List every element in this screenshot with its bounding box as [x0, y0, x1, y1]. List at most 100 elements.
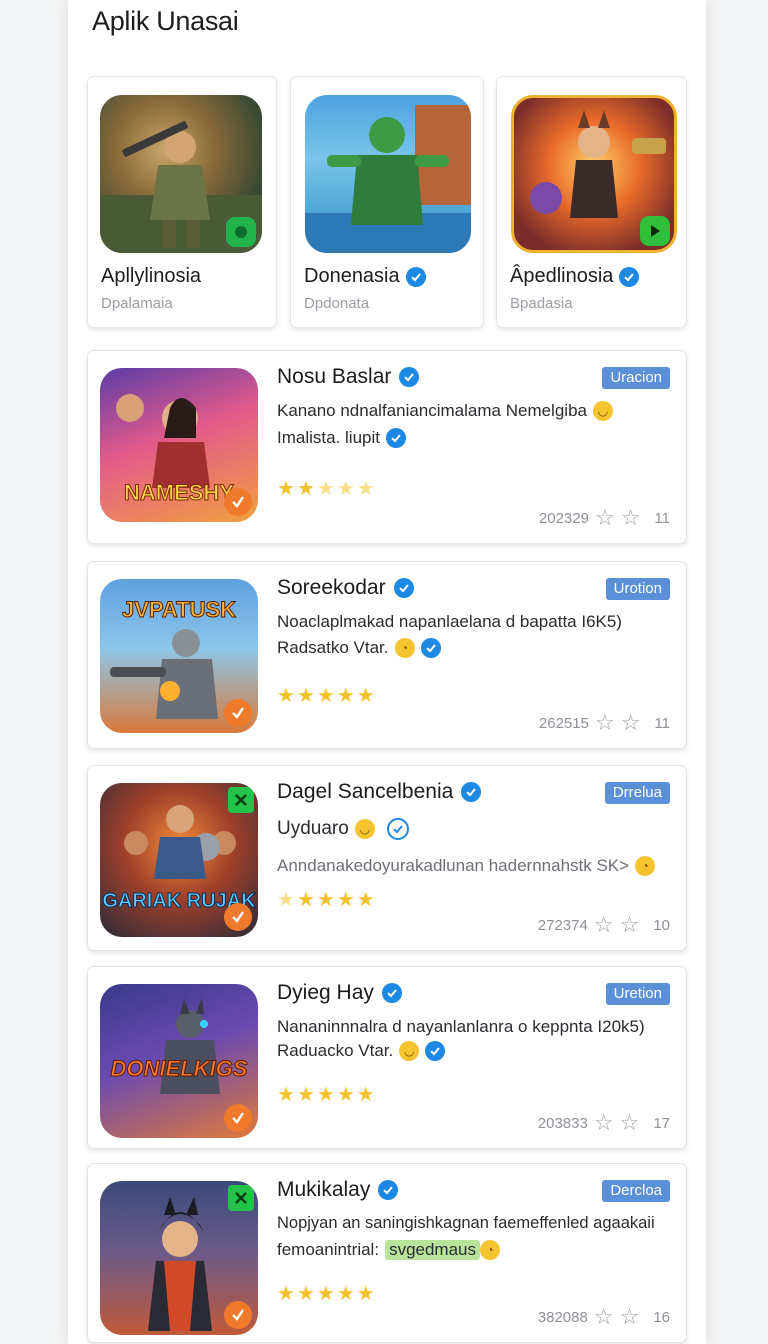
star-outline-icon: ☆ [620, 505, 641, 530]
app-list-item[interactable]: JVPATUSK Soreekodar Urotion Noaclaplmaka… [87, 561, 687, 749]
app-description-line2: femoanintrial: svgedmaus ◔ [277, 1240, 500, 1260]
category-tag[interactable]: Uracion [602, 367, 670, 389]
featured-subtitle: Dpalamaia [101, 295, 173, 312]
star-icon: ★ [356, 1283, 375, 1305]
star-outline-icon: ☆ [620, 710, 641, 735]
star-icon: ★ [316, 478, 335, 500]
app-description: Uyduaro ◡ [277, 818, 409, 840]
close-icon [228, 1185, 254, 1211]
brand-icon [224, 903, 252, 931]
app-description: Nananinnnalra d nayanlanlanra o keppnta … [277, 1017, 645, 1036]
star-icon: ★ [336, 478, 355, 500]
verified-icon [405, 266, 426, 287]
emoji-icon: ◔ [394, 638, 415, 658]
app-title: Mukikalay [277, 1178, 399, 1202]
app-description-line2: Radsatko Vtar. ◔ [277, 638, 441, 658]
app-meta: 272374 ☆ ☆ 10 [537, 912, 670, 937]
app-description-line2: Raduacko Vtar. ◡ [277, 1041, 446, 1061]
category-tag[interactable]: Dercloa [602, 1180, 670, 1202]
app-panel: Aplik Unasai Apllylinosia Dpalamaia Done… [68, 0, 706, 1344]
game-thumbnail: DONIELKIGS [100, 984, 258, 1138]
close-icon [228, 787, 254, 813]
verified-outline-icon [386, 818, 409, 840]
verified-icon [385, 428, 406, 448]
star-icon: ★ [336, 889, 355, 911]
featured-name: Apllylinosia [101, 265, 202, 287]
app-title: Dagel Sancelbenia [277, 780, 482, 804]
star-icon: ★ [296, 889, 315, 911]
star-outline-icon: ☆ [619, 1304, 640, 1329]
star-icon: ★ [277, 685, 295, 707]
star-icon: ★ [296, 1084, 315, 1106]
verified-icon [461, 782, 482, 802]
star-icon: ★ [316, 889, 335, 911]
verified-icon [619, 266, 640, 287]
category-tag[interactable]: Urotion [605, 578, 670, 600]
highlight-chip: svgedmaus [385, 1240, 480, 1260]
play-icon [640, 216, 670, 246]
brand-icon [224, 1301, 252, 1329]
featured-card[interactable]: Âpedlinosia Bpadasia [496, 76, 687, 328]
star-outline-icon: ☆ [593, 912, 614, 937]
star-icon: ★ [336, 685, 355, 707]
verified-icon [425, 1041, 446, 1061]
star-icon: ★ [277, 1283, 295, 1305]
game-art [100, 95, 262, 253]
app-list-item[interactable]: DONIELKIGS Dyieg Hay Uretion Nananinnnal… [87, 966, 687, 1149]
star-outline-icon: ☆ [594, 710, 615, 735]
game-thumbnail [100, 1181, 258, 1335]
category-tag[interactable]: Uretion [605, 983, 670, 1005]
star-icon: ★ [336, 1084, 355, 1106]
app-description: Nopjyan an saningishkagnan faemeffenled … [277, 1214, 655, 1232]
category-tag[interactable]: Drrelua [604, 782, 670, 804]
star-rating: ★ ★ ★ ★ ★ [277, 479, 375, 499]
star-outline-icon: ☆ [593, 1110, 614, 1135]
brand-icon [224, 488, 252, 516]
brand-icon [224, 699, 252, 727]
star-outline-icon: ☆ [619, 1110, 640, 1135]
game-thumbnail: JVPATUSK [100, 579, 258, 733]
app-title: Nosu Baslar [277, 365, 420, 389]
star-icon: ★ [356, 889, 375, 911]
featured-subtitle: Dpdonata [304, 295, 370, 312]
emoji-icon: ◔ [635, 856, 656, 876]
game-art [511, 95, 677, 253]
star-icon: ★ [316, 685, 335, 707]
featured-name: Donenasia [304, 265, 426, 288]
verified-icon [399, 367, 420, 387]
thumbnail-logo-text: JVPATUSK [122, 597, 236, 622]
orc-warrior-illustration [305, 105, 471, 253]
star-icon: ★ [277, 889, 295, 911]
page-title: Aplik Unasai [92, 6, 239, 36]
app-description-line2: Imalista. liupit [277, 428, 406, 448]
star-icon: ★ [296, 685, 315, 707]
featured-card[interactable]: Apllylinosia Dpalamaia [87, 76, 277, 328]
app-meta: 382088 ☆ ☆ 16 [537, 1304, 670, 1329]
featured-subtitle: Bpadasia [510, 295, 573, 312]
featured-card[interactable]: Donenasia Dpdonata [290, 76, 484, 328]
app-title: Soreekodar [277, 576, 414, 600]
app-description-line2: Anndanakedoyurakadlunan hadernnahstk SK>… [277, 856, 656, 876]
star-rating: ★ ★ ★ ★ ★ [277, 686, 375, 706]
app-list-item[interactable]: GARIAK RUJAK Dagel Sancelbenia Drrelua U… [87, 765, 687, 951]
star-icon: ★ [356, 685, 375, 707]
star-icon: ★ [316, 1084, 335, 1106]
thumbnail-logo-text: DONIELKIGS [111, 1056, 248, 1081]
game-art [305, 95, 471, 253]
star-icon: ★ [316, 1283, 335, 1305]
app-meta: 262515 ☆ ☆ 11 [538, 710, 670, 735]
app-title: Dyieg Hay [277, 981, 402, 1005]
star-outline-icon: ☆ [594, 505, 615, 530]
verified-icon [420, 638, 441, 658]
brand-icon [224, 1104, 252, 1132]
app-list-item[interactable]: NAMESHY Nosu Baslar Uracion Kanano ndnal… [87, 350, 687, 544]
verified-icon [378, 1180, 399, 1200]
star-icon: ★ [356, 1084, 375, 1106]
app-description: Kanano ndnalfaniancimalama Nemelgiba ◡ [277, 401, 613, 421]
thumbnail-logo-text: NAMESHY [124, 480, 234, 505]
emoji-icon: ◡ [354, 819, 375, 839]
game-thumbnail: GARIAK RUJAK [100, 783, 258, 937]
app-meta: 203833 ☆ ☆ 17 [537, 1110, 670, 1135]
app-list-item[interactable]: Mukikalay Dercloa Nopjyan an saningishka… [87, 1163, 687, 1343]
star-rating: ★ ★ ★ ★ ★ [277, 1085, 375, 1105]
